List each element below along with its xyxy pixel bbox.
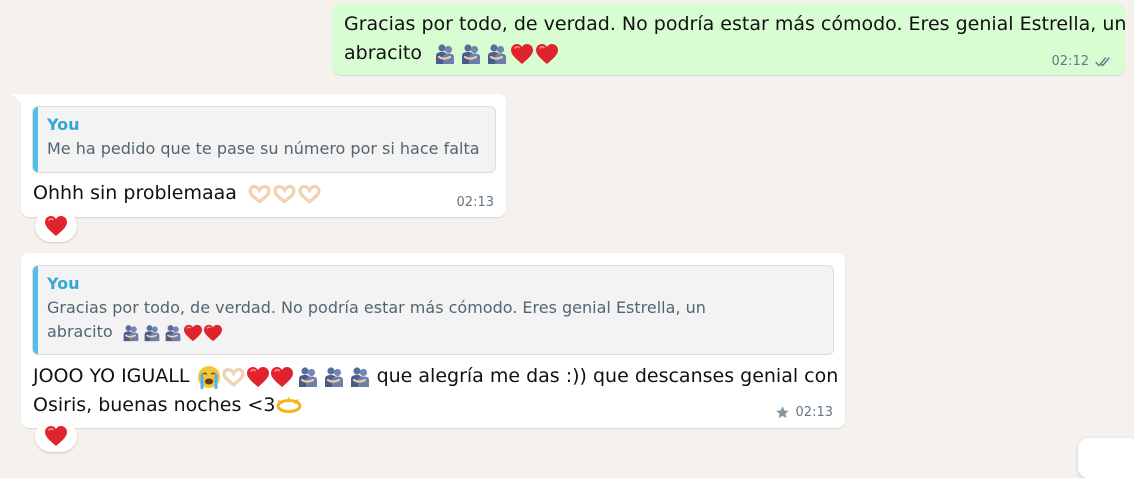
heart-icon <box>183 324 203 342</box>
heart-hands-icon <box>247 184 272 204</box>
quote-accent-bar <box>33 266 38 354</box>
heart-hands-icon <box>297 184 322 204</box>
bubble-tail <box>12 94 22 104</box>
incoming-message[interactable]: You Me ha pedido que te pase su número p… <box>12 94 506 217</box>
message-text: Gracias por todo, de verdad. No podría e… <box>344 10 1126 68</box>
quote-text-line2: abracito <box>47 322 113 341</box>
people-hugging-icon <box>297 366 319 388</box>
incoming-message[interactable]: You Gracias por todo, de verdad. No podr… <box>21 253 845 428</box>
heart-icon <box>246 366 270 388</box>
message-text: Ohhh sin problemaaa <box>33 179 322 208</box>
people-hugging-icon <box>122 324 140 342</box>
message-text-body: Ohhh sin problemaaa <box>33 182 237 204</box>
heart-icon <box>270 366 294 388</box>
heart-icon <box>203 324 223 342</box>
message-meta: 02:13 <box>775 405 833 420</box>
quote-author: You <box>47 115 80 134</box>
people-hugging-icon <box>143 324 161 342</box>
heart-icon <box>44 425 68 447</box>
people-hugging-icon <box>460 43 482 65</box>
quoted-message[interactable]: You Gracias por todo, de verdad. No podr… <box>32 265 834 355</box>
message-text-part1: JOOO YO IGUALL <box>33 365 190 387</box>
message-time: 02:13 <box>456 195 494 210</box>
double-check-icon <box>1095 56 1113 68</box>
quote-text-line1: Gracias por todo, de verdad. No podría e… <box>47 298 706 317</box>
crying-face-icon <box>197 365 221 389</box>
message-text-line2: Osiris, buenas noches <3 <box>33 394 276 416</box>
people-hugging-icon <box>349 366 371 388</box>
people-hugging-icon <box>323 366 345 388</box>
message-time: 02:12 <box>1051 54 1089 69</box>
message-time: 02:13 <box>795 405 833 420</box>
halo-icon <box>276 397 302 415</box>
quote-accent-bar <box>33 107 38 172</box>
people-hugging-icon <box>164 324 182 342</box>
reaction-badge[interactable] <box>35 210 77 242</box>
message-text-line1: Gracias por todo, de verdad. No podría e… <box>344 13 1127 35</box>
quote-text: Gracias por todo, de verdad. No podría e… <box>47 296 706 344</box>
people-hugging-icon <box>486 43 508 65</box>
quote-author: You <box>47 274 80 293</box>
star-icon <box>775 405 790 420</box>
message-meta: 02:13 <box>457 195 494 210</box>
quote-text: Me ha pedido que te pase su número por s… <box>47 139 480 158</box>
heart-icon <box>44 215 68 237</box>
heart-icon <box>510 43 534 65</box>
heart-icon <box>535 43 559 65</box>
reaction-badge[interactable] <box>35 420 77 452</box>
heart-hands-icon <box>272 184 297 204</box>
message-text: JOOO YO IGUALL que alegría me das :)) qu… <box>33 362 838 420</box>
people-hugging-icon <box>434 43 456 65</box>
scroll-down-button[interactable] <box>1078 438 1134 478</box>
message-meta: 02:12 <box>1052 54 1113 69</box>
message-text-part2: que alegría me das :)) que descanses gen… <box>376 365 839 387</box>
message-text-line2: abracito <box>344 42 422 64</box>
heart-hands-icon <box>221 367 246 387</box>
outgoing-message[interactable]: Gracias por todo, de verdad. No podría e… <box>333 3 1126 75</box>
quoted-message[interactable]: You Me ha pedido que te pase su número p… <box>32 106 496 173</box>
